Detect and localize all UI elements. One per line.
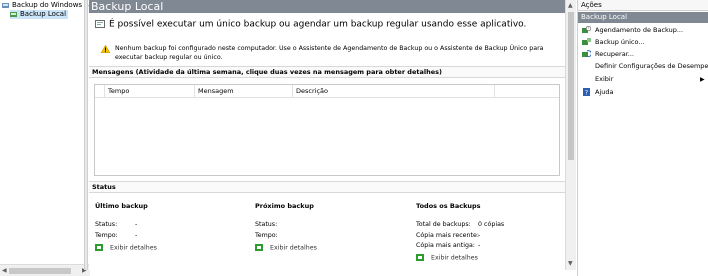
column-header-time[interactable]: Tempo: [104, 85, 194, 97]
submenu-arrow-icon: ▶: [700, 76, 705, 83]
scroll-left-icon[interactable]: ◀: [2, 267, 7, 274]
total-value: 0 cópias: [478, 221, 505, 228]
link-label: Exibir detalhes: [431, 254, 478, 262]
status-value: -: [135, 221, 138, 228]
actions-section-local-backup[interactable]: Backup Local: [578, 12, 708, 23]
tree-horizontal-scrollbar[interactable]: ◀ ▶: [0, 264, 90, 276]
tree-item-local-backup[interactable]: Backup Local: [10, 10, 69, 19]
warning-icon: [101, 45, 110, 53]
scrollbar-thumb[interactable]: [568, 12, 574, 160]
last-backup-time: Tempo: -: [95, 232, 137, 239]
messages-table[interactable]: Tempo Mensagem Descrição: [94, 84, 560, 176]
action-label: Agendamento de Backup...: [595, 26, 684, 34]
all-backups-details-link[interactable]: Exibir detalhes: [416, 254, 478, 262]
recover-icon: [582, 50, 591, 58]
link-label: Exibir detalhes: [270, 244, 317, 252]
action-label: Exibir: [595, 75, 614, 83]
next-backup-panel: Próximo backup Status: Tempo: Exibir det…: [255, 202, 405, 262]
most-recent-copy: Cópia mais recente: -: [416, 232, 481, 239]
recent-label: Cópia mais recente:: [416, 232, 479, 239]
total-backups: Total de backups: 0 cópias: [416, 221, 504, 228]
messages-heading: Mensagens (Atividade da última semana, c…: [92, 68, 442, 76]
action-label: Ajuda: [595, 88, 614, 96]
backup-server-icon: [2, 2, 9, 8]
view-details-icon: [95, 244, 103, 251]
main-vertical-scrollbar[interactable]: ▲ ▼: [565, 0, 576, 270]
oldest-value: -: [478, 242, 481, 249]
action-recover[interactable]: Recuperar...: [582, 50, 634, 59]
next-backup-status: Status:: [255, 221, 277, 228]
action-label: Recuperar...: [595, 50, 634, 58]
local-backup-icon: [10, 11, 17, 17]
link-label: Exibir detalhes: [110, 244, 157, 252]
column-header-empty: [494, 85, 559, 97]
column-header-message[interactable]: Mensagem: [194, 85, 292, 97]
next-backup-time: Tempo:: [255, 232, 278, 239]
status-label: Status:: [95, 221, 118, 228]
scroll-down-icon[interactable]: ▼: [568, 260, 573, 267]
pane-splitter[interactable]: [84, 0, 88, 270]
last-backup-title: Último backup: [95, 202, 148, 210]
total-label: Total de backups:: [416, 221, 471, 228]
svg-text:?: ?: [585, 90, 588, 97]
view-details-icon: [416, 254, 424, 261]
oldest-copy: Cópia mais antiga: -: [416, 242, 480, 249]
action-backup-once[interactable]: Backup único...: [582, 38, 645, 47]
last-backup-details-link[interactable]: Exibir detalhes: [95, 244, 157, 252]
scrollbar-thumb[interactable]: [9, 268, 71, 274]
status-label: Status:: [255, 221, 278, 228]
backup-once-icon: [582, 38, 591, 45]
main-pane: Backup Local É possível executar um únic…: [89, 0, 565, 270]
intro-text: É possível executar um único backup ou a…: [95, 19, 526, 30]
intro-label: É possível executar um único backup ou a…: [109, 19, 527, 30]
action-schedule-backup[interactable]: Agendamento de Backup...: [582, 26, 683, 35]
next-backup-title: Próximo backup: [255, 202, 314, 210]
time-value: -: [135, 232, 138, 239]
view-details-icon: [255, 244, 263, 251]
table-header: Tempo Mensagem Descrição: [95, 85, 559, 98]
next-backup-details-link[interactable]: Exibir detalhes: [255, 244, 317, 252]
action-label: Backup único...: [595, 38, 645, 46]
recent-value: -: [478, 232, 481, 239]
last-backup-status: Status: -: [95, 221, 137, 228]
actions-pane: Ações Backup Local Agendamento de Backup…: [577, 0, 708, 276]
backup-info-icon: [95, 20, 105, 28]
time-label: Tempo:: [95, 232, 118, 239]
action-view-menu[interactable]: Exibir ▶: [582, 75, 705, 84]
last-backup-panel: Último backup Status: - Tempo: - Exibir …: [95, 202, 245, 262]
schedule-backup-icon: [582, 26, 591, 33]
warning-text: Nenhum backup foi configurado neste comp…: [115, 45, 544, 61]
page-title: Backup Local: [89, 0, 565, 13]
action-performance-settings[interactable]: Definir Configurações de Desempe...: [582, 62, 708, 71]
help-icon: ?: [583, 88, 590, 97]
status-section-header: Status: [89, 181, 565, 193]
oldest-label: Cópia mais antiga:: [416, 242, 475, 249]
status-heading: Status: [92, 183, 116, 191]
console-tree: Backup do Windows Serve Backup Local: [0, 0, 104, 264]
time-label: Tempo:: [255, 232, 278, 239]
messages-section-header: Mensagens (Atividade da última semana, c…: [89, 66, 565, 78]
scroll-up-icon[interactable]: ▲: [568, 2, 573, 9]
all-backups-title: Todos os Backups: [416, 202, 481, 210]
action-label: Definir Configurações de Desempe...: [595, 62, 708, 70]
action-help[interactable]: ? Ajuda: [582, 88, 613, 97]
tree-item-label: Backup Local: [20, 10, 67, 18]
column-header-description[interactable]: Descrição: [292, 85, 494, 97]
actions-title: Ações: [578, 0, 708, 11]
all-backups-panel: Todos os Backups Total de backups: 0 cóp…: [416, 202, 566, 262]
